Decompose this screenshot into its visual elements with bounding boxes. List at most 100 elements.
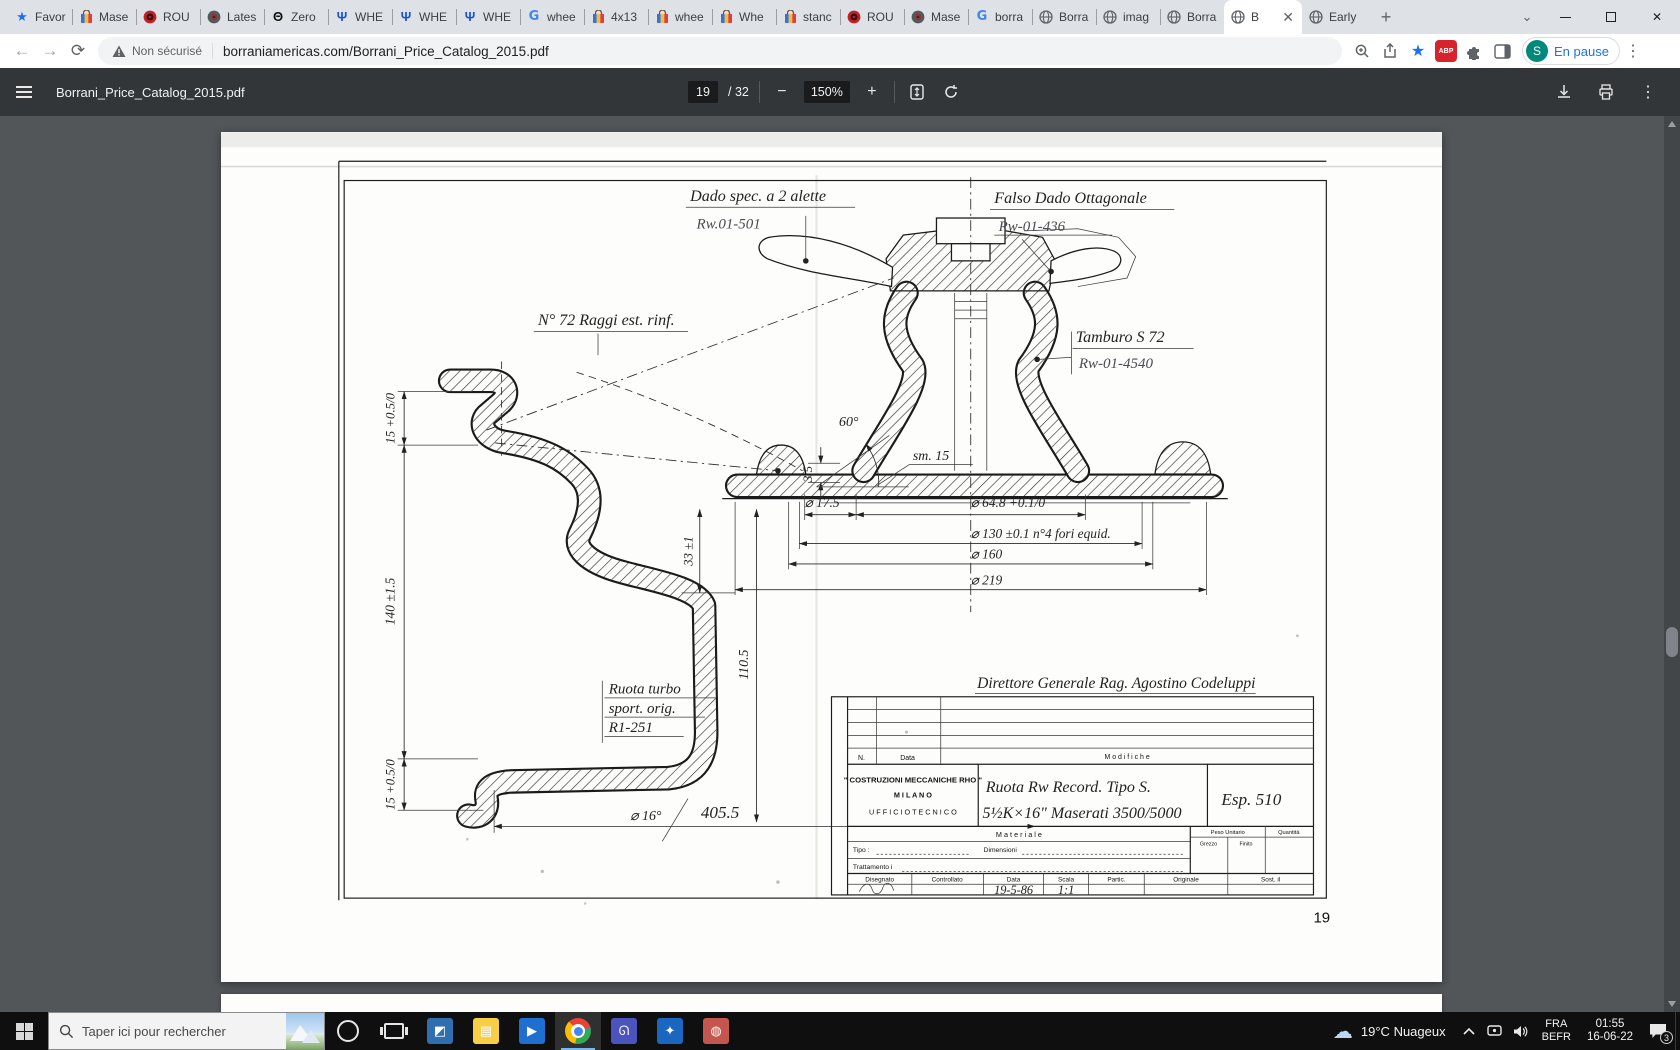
tab-2-rou[interactable]: ROU	[136, 0, 200, 34]
tab-label: WHE	[355, 10, 386, 24]
tab-12-stanc[interactable]: stanc	[776, 0, 840, 34]
cloud-icon: ☁	[1333, 1019, 1353, 1044]
dim-16: ⌀ 16°	[630, 809, 662, 824]
tab-strip-tabs: ★FavorMaseROULatesΘZeroΨWHEΨWHEΨWHEGwhee…	[8, 0, 1366, 34]
search-highlight-image[interactable]	[286, 1013, 324, 1049]
task-view-button[interactable]	[371, 1012, 417, 1050]
taskbar-app-media-button[interactable]: ▶	[509, 1012, 555, 1050]
tab-3-lates[interactable]: Lates	[200, 0, 264, 34]
globe-icon	[1166, 9, 1182, 25]
tab-9-4x13[interactable]: 4x13	[584, 0, 648, 34]
label-ruota-1: Ruota turbo	[608, 682, 682, 698]
tab-17-imag[interactable]: imag	[1096, 0, 1160, 34]
scroll-down-icon[interactable]	[1664, 996, 1680, 1012]
browser-menu-icon[interactable]: ⋮	[1620, 41, 1646, 61]
tab-4-zero[interactable]: ΘZero	[264, 0, 328, 34]
tab-13-rou[interactable]: ROU	[840, 0, 904, 34]
browser-window: ★FavorMaseROULatesΘZeroΨWHEΨWHEΨWHEGwhee…	[0, 0, 1680, 1012]
start-button[interactable]	[0, 1012, 48, 1050]
close-button[interactable]: ✕	[1634, 0, 1680, 34]
pdf-more-icon[interactable]: ⋮	[1636, 80, 1660, 104]
forward-button[interactable]: →	[36, 37, 64, 65]
maximize-button[interactable]	[1588, 0, 1634, 34]
rotate-icon[interactable]	[939, 80, 963, 104]
tb-title-2: 5½K×16" Maserati 3500/5000	[983, 805, 1182, 822]
tab-0-favor[interactable]: ★Favor	[8, 0, 72, 34]
security-warning[interactable]: Non sécurisé	[112, 44, 202, 58]
tray-chevron-icon[interactable]	[1456, 1012, 1482, 1050]
extensions-puzzle-icon[interactable]	[1460, 37, 1488, 65]
tab-6-whe[interactable]: Ψ WHE	[392, 0, 456, 34]
tab-15-borra[interactable]: Gborra	[968, 0, 1032, 34]
volume-icon[interactable]	[1508, 1012, 1534, 1050]
tab-19-b[interactable]: B✕	[1224, 0, 1302, 34]
taskbar-app-paint-button[interactable]: ◍	[693, 1012, 739, 1050]
drawing-annotations: Dado spec. a 2 alette Rw.01-501 Falso Da…	[383, 188, 1331, 927]
back-button[interactable]: ←	[8, 37, 36, 65]
trident-icon: Ψ	[398, 9, 414, 25]
pdf-viewer-area[interactable]: Dado spec. a 2 alette Rw.01-501 Falso Da…	[0, 116, 1680, 1012]
zoom-icon[interactable]	[1348, 37, 1376, 65]
tab-1-mase[interactable]: Mase	[72, 0, 136, 34]
profile-chip[interactable]: S En pause	[1522, 37, 1620, 65]
tab-14-mase[interactable]: Mase	[904, 0, 968, 34]
tab-18-borra[interactable]: Borra	[1160, 0, 1224, 34]
tab-label: Borra	[1059, 10, 1090, 24]
tab-close-icon[interactable]: ✕	[1280, 9, 1296, 26]
tab-7-whe[interactable]: ΨWHE	[456, 0, 520, 34]
tab-20-early[interactable]: Early	[1302, 0, 1366, 34]
tab-16-borra[interactable]: Borra	[1032, 0, 1096, 34]
print-icon[interactable]	[1594, 80, 1618, 104]
zoom-level[interactable]: 150%	[804, 81, 850, 103]
trident-icon: Ψ	[334, 9, 350, 25]
share-icon[interactable]	[1376, 37, 1404, 65]
tab-5-whe[interactable]: Ψ WHE	[328, 0, 392, 34]
fit-page-icon[interactable]	[905, 80, 929, 104]
taskbar-chrome-button[interactable]	[555, 1012, 601, 1050]
weather-widget[interactable]: ☁ 19°C Nuageux	[1323, 1019, 1456, 1044]
zoom-in-button[interactable]: +	[860, 80, 884, 104]
taskbar-file-explorer-button[interactable]: ▤	[463, 1012, 509, 1050]
pdf-scrollbar[interactable]	[1664, 116, 1680, 1012]
windows-logo-icon	[16, 1023, 33, 1040]
weather-desc: Nuageux	[1394, 1024, 1446, 1039]
zoom-out-button[interactable]: −	[770, 80, 794, 104]
scrollbar-thumb[interactable]	[1666, 627, 1678, 657]
reload-button[interactable]: ⟳	[64, 37, 92, 65]
tb-date-value: 19-5-86	[994, 883, 1034, 897]
download-icon[interactable]	[1552, 80, 1576, 104]
notification-center-button[interactable]: 3	[1641, 1012, 1675, 1050]
tb-company-1: " COSTRUZIONI MECCANICHE RHO "	[844, 775, 983, 784]
taskbar-app-photos-button[interactable]: ◩	[417, 1012, 463, 1050]
tb-title-1: Ruota Rw Record. Tipo S.	[985, 779, 1151, 796]
taskbar-search-input[interactable]: Taper ici pour rechercher	[48, 1012, 325, 1050]
tab-10-whee[interactable]: whee	[648, 0, 712, 34]
taskbar-clock[interactable]: 01:55 16-06-22	[1579, 1018, 1641, 1044]
pdf-menu-icon[interactable]	[0, 86, 48, 98]
tab-label: WHE	[419, 10, 450, 24]
bookmark-star-icon[interactable]: ★	[1404, 37, 1432, 65]
tb-company-2: M I L A N O	[894, 790, 932, 799]
tab-11-whe[interactable]: Whe	[712, 0, 776, 34]
dim-140: 140 ±1.5	[383, 577, 398, 625]
adblock-extension-icon[interactable]: ABP	[1432, 37, 1460, 65]
taskbar-app-teams-button[interactable]: ᘏ	[601, 1012, 647, 1050]
tb-sost: Sost. il	[1261, 877, 1280, 884]
tab-8-whee[interactable]: Gwhee	[520, 0, 584, 34]
taskbar-app-photos-2-button[interactable]: ✦	[647, 1012, 693, 1050]
show-desktop-button[interactable]	[1675, 1012, 1680, 1050]
scroll-up-icon[interactable]	[1664, 116, 1680, 132]
new-tab-button[interactable]: +	[1372, 3, 1400, 31]
app-photos-icon: ◩	[427, 1018, 453, 1044]
cortana-button[interactable]	[325, 1012, 371, 1050]
tb-quantita: Quantità	[1278, 830, 1300, 836]
side-panel-icon[interactable]	[1488, 37, 1516, 65]
page-number-input[interactable]: 19	[688, 81, 718, 103]
tab-search-chevron-icon[interactable]: ⌄	[1512, 3, 1542, 31]
dim-405-5: 405.5	[701, 803, 740, 822]
tray-app-icon[interactable]	[1482, 1012, 1508, 1050]
minimize-button[interactable]	[1542, 0, 1588, 34]
app-media-icon: ▶	[519, 1018, 545, 1044]
language-indicator[interactable]: FRA BEFR	[1534, 1018, 1579, 1044]
omnibox[interactable]: Non sécurisé borraniamericas.com/Borrani…	[98, 37, 1342, 65]
